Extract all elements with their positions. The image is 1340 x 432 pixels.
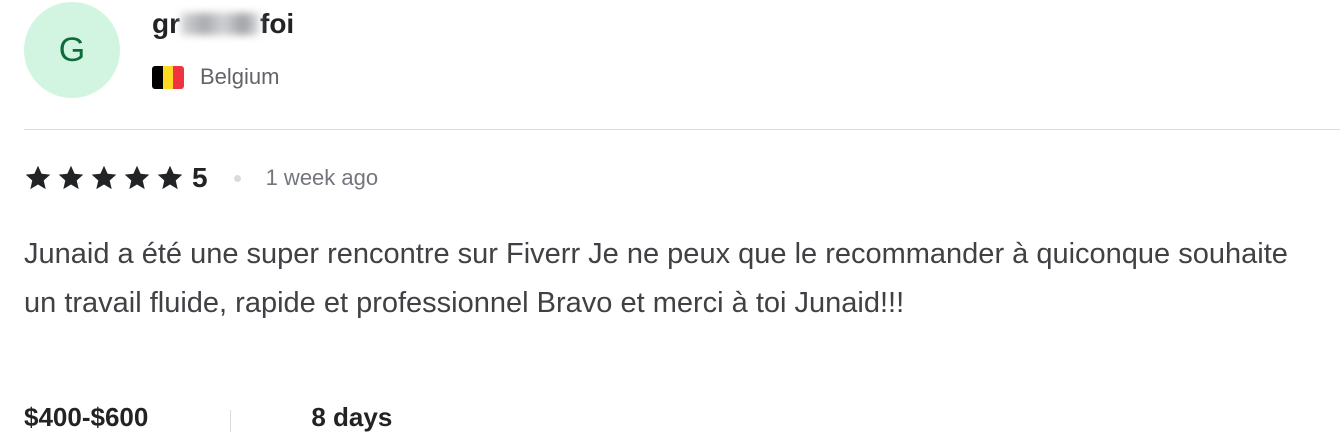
divider	[24, 129, 1340, 130]
reviewer-name-prefix: gr	[152, 8, 180, 39]
star-icon	[25, 165, 51, 190]
star-icon	[157, 165, 183, 190]
avatar[interactable]: G	[24, 2, 120, 98]
reviewer-country: Belgium	[152, 64, 279, 90]
avatar-initial: G	[58, 30, 86, 69]
delivery-duration: 8 days	[311, 402, 393, 432]
star-icon	[58, 165, 84, 190]
star-rating	[24, 164, 184, 192]
separator-dot	[233, 174, 241, 182]
reviewer-name-suffix: foi	[260, 8, 295, 39]
belgium-flag-icon	[152, 65, 184, 89]
rating-score: 5	[192, 162, 208, 193]
star-icon	[91, 165, 117, 190]
order-details: $400-$600 8 days	[24, 402, 392, 432]
reviewer-name[interactable]: gr foi	[152, 8, 294, 40]
star-icon	[124, 165, 150, 190]
review-time: 1 week ago	[265, 165, 379, 190]
country-name: Belgium	[200, 64, 280, 89]
rating-row: 5 1 week ago	[24, 164, 378, 192]
review-text: Junaid a été une super rencontre sur Fiv…	[24, 238, 1288, 319]
meta-divider	[230, 410, 232, 432]
redacted-name-blur	[181, 13, 259, 35]
price-range: $400-$600	[24, 402, 149, 432]
review-card: G gr foi Belgium 5 1 week ago Junaid a é…	[0, 0, 1340, 432]
